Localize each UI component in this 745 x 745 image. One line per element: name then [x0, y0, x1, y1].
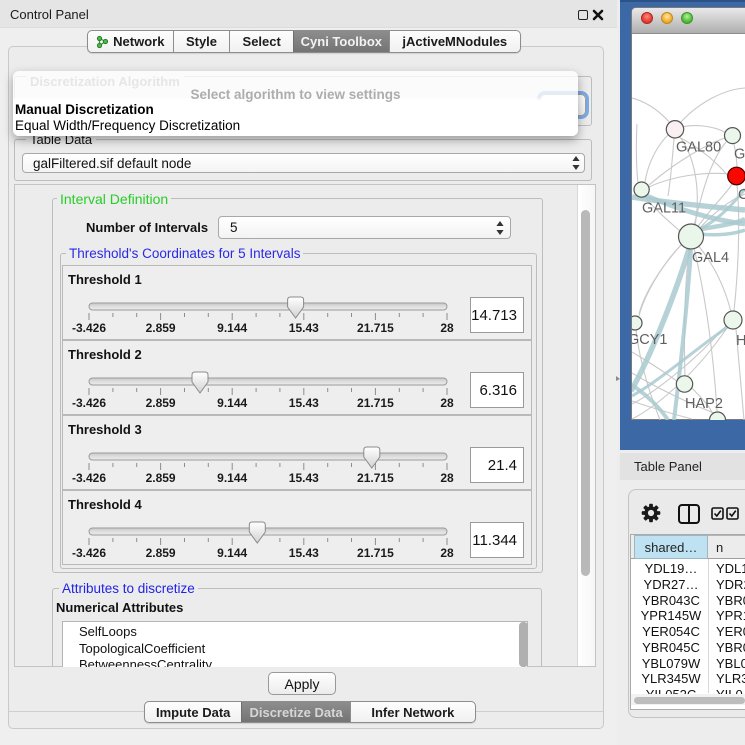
svg-text:28: 28	[440, 471, 454, 485]
svg-text:15.43: 15.43	[289, 321, 319, 335]
svg-text:HAP2: HAP2	[685, 396, 723, 412]
svg-text:GAL4: GAL4	[692, 250, 729, 266]
svg-text:21.715: 21.715	[357, 471, 394, 485]
svg-text:GA: GA	[734, 147, 745, 163]
svg-text:GAL80: GAL80	[676, 140, 721, 156]
svg-text:H: H	[736, 333, 745, 349]
svg-text:GCY1: GCY1	[632, 332, 668, 348]
svg-text:C: C	[738, 187, 745, 203]
svg-text:-3.426: -3.426	[72, 321, 106, 335]
svg-text:15.43: 15.43	[289, 546, 319, 560]
svg-text:-3.426: -3.426	[72, 471, 106, 485]
svg-text:2.859: 2.859	[146, 471, 176, 485]
svg-text:9.144: 9.144	[217, 396, 247, 410]
svg-text:21.715: 21.715	[357, 546, 394, 560]
svg-text:9.144: 9.144	[217, 546, 247, 560]
svg-text:9.144: 9.144	[217, 471, 247, 485]
svg-text:15.43: 15.43	[289, 396, 319, 410]
svg-text:2.859: 2.859	[146, 546, 176, 560]
svg-text:2.859: 2.859	[146, 321, 176, 335]
svg-text:9.144: 9.144	[217, 321, 247, 335]
svg-text:15.43: 15.43	[289, 471, 319, 485]
svg-text:28: 28	[440, 546, 454, 560]
svg-text:-3.426: -3.426	[72, 396, 106, 410]
svg-text:2.859: 2.859	[146, 396, 176, 410]
svg-text:28: 28	[440, 321, 454, 335]
svg-text:-3.426: -3.426	[72, 546, 106, 560]
svg-text:GAL11: GAL11	[642, 201, 686, 217]
svg-text:21.715: 21.715	[357, 321, 394, 335]
svg-text:21.715: 21.715	[357, 396, 394, 410]
svg-text:28: 28	[440, 396, 454, 410]
